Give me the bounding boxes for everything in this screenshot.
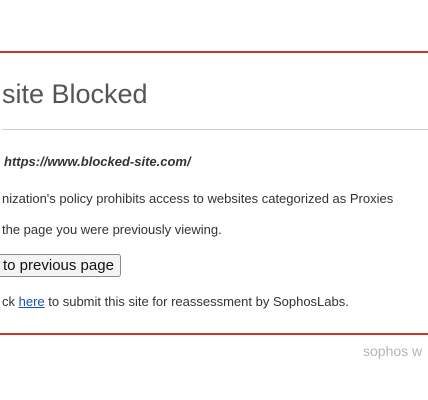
back-to-previous-page-button[interactable]: to previous page xyxy=(0,254,121,277)
page-title: site Blocked xyxy=(2,79,148,109)
policy-message: nization's policy prohibits access to we… xyxy=(2,191,394,206)
title-divider xyxy=(2,129,428,130)
sophos-brand-footer: sophos w xyxy=(363,343,423,359)
previous-page-message: the page you were previously viewing. xyxy=(2,222,222,237)
reassessment-message: ck here to submit this site for reassess… xyxy=(2,294,349,309)
reassess-link[interactable]: here xyxy=(19,294,45,309)
reassess-prefix: ck xyxy=(2,294,19,309)
blocked-url: https://www.blocked-site.com/ xyxy=(4,154,191,169)
reassess-suffix: to submit this site for reassessment by … xyxy=(44,294,349,309)
browser-viewport: site Blocked https://www.blocked-site.co… xyxy=(0,0,428,400)
block-notice-card: site Blocked https://www.blocked-site.co… xyxy=(0,51,428,335)
